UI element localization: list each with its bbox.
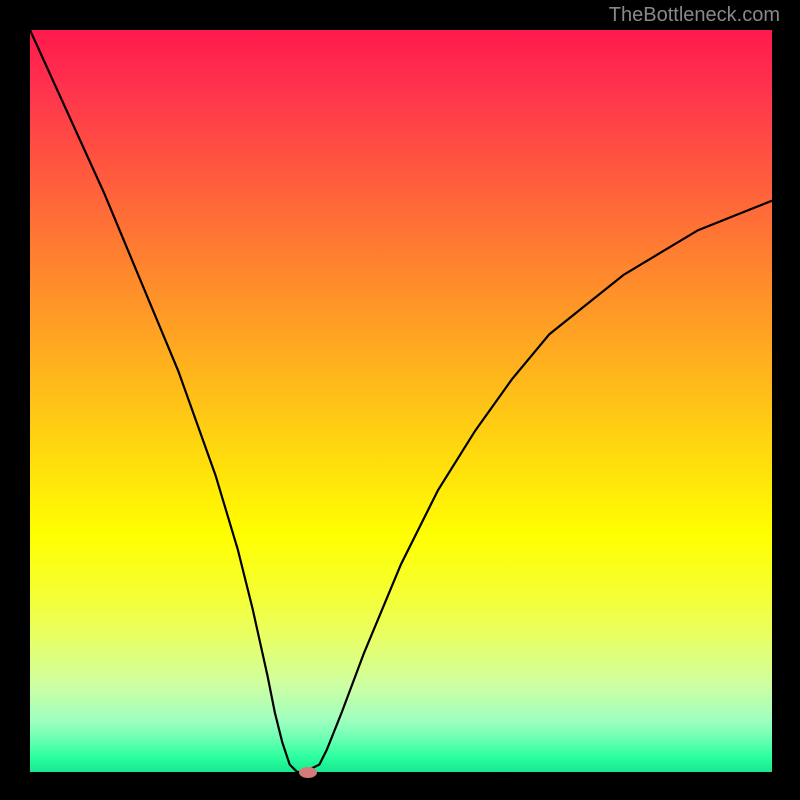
watermark-text: TheBottleneck.com [609,4,780,27]
bottleneck-curve [30,30,772,772]
optimal-marker [299,767,317,778]
